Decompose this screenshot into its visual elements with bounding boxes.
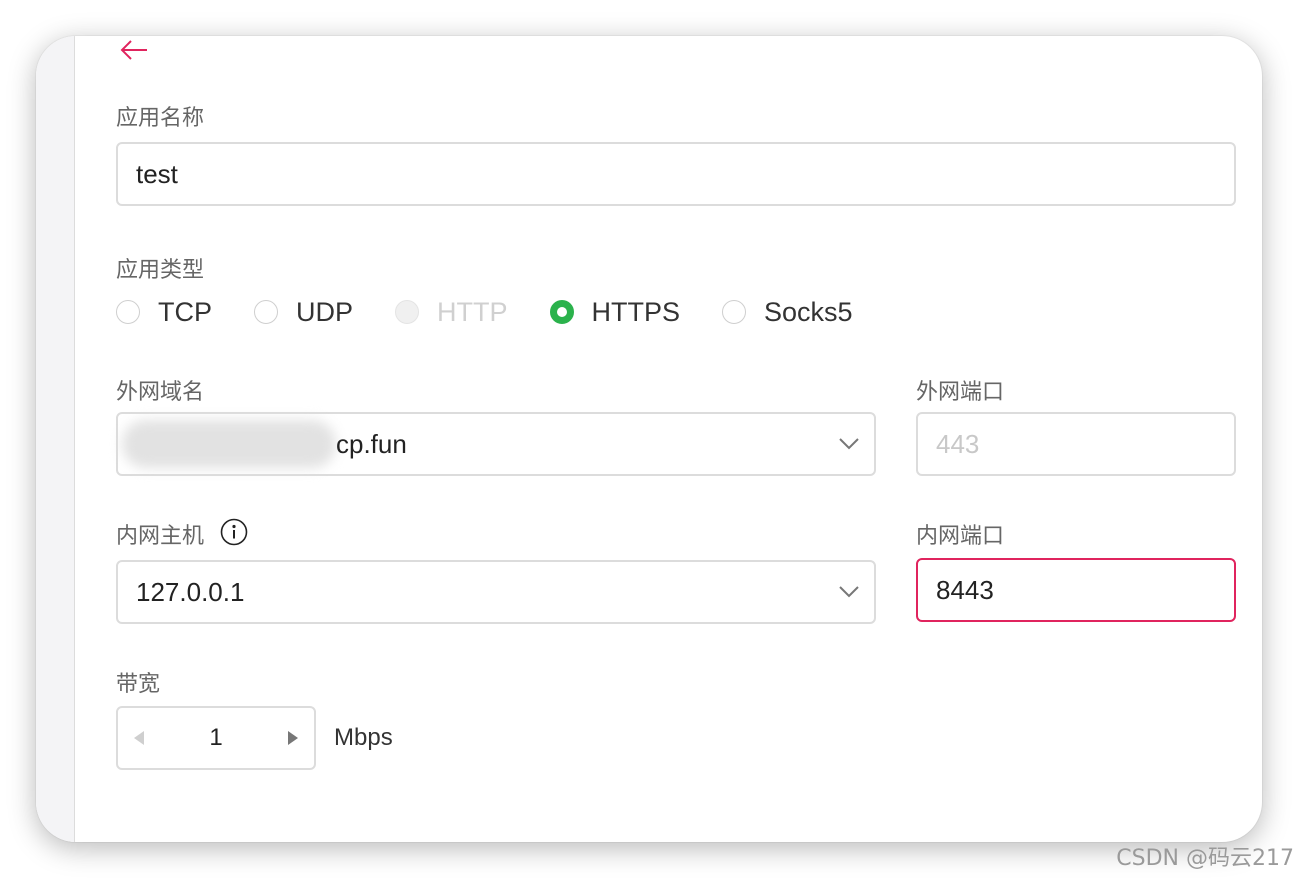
radio-label: UDP xyxy=(296,296,354,327)
external-domain-value: cp.fun xyxy=(336,428,407,459)
bandwidth-label: 带宽 xyxy=(116,672,161,697)
app-name-field[interactable] xyxy=(116,142,1236,206)
redacted-blur xyxy=(122,420,336,468)
radio-circle[interactable] xyxy=(254,300,278,324)
radio-circle[interactable] xyxy=(116,300,140,324)
radio-label: TCP xyxy=(158,296,212,327)
radio-tcp[interactable]: TCP xyxy=(116,297,212,328)
external-domain-select[interactable]: cp.fun xyxy=(116,412,876,476)
app-type-label: 应用类型 xyxy=(116,258,205,283)
radio-label: HTTPS xyxy=(591,296,681,327)
watermark-text: CSDN @码云217 xyxy=(1116,846,1294,871)
external-port-label: 外网端口 xyxy=(916,380,1005,405)
app-name-label: 应用名称 xyxy=(116,106,205,131)
internal-port-label: 内网端口 xyxy=(916,524,1005,549)
internal-host-label: 内网主机 xyxy=(116,524,205,549)
radio-https[interactable]: HTTPS xyxy=(549,296,681,328)
external-port-input xyxy=(936,428,1234,460)
triangle-left-icon[interactable] xyxy=(132,730,146,746)
triangle-right-icon[interactable] xyxy=(286,730,300,746)
radio-label: HTTP xyxy=(437,296,508,327)
app-type-radio-group: TCP UDP HTTP HTTPS Socks5 xyxy=(116,292,895,332)
radio-label: Socks5 xyxy=(764,296,853,327)
bandwidth-value: 1 xyxy=(209,724,223,751)
bandwidth-unit: Mbps xyxy=(334,724,393,751)
app-form-window: 应用名称 应用类型 TCP UDP HTTP HTTPS Socks5 外网域名… xyxy=(36,36,1262,842)
bandwidth-stepper[interactable]: 1 xyxy=(116,706,316,770)
internal-port-field[interactable] xyxy=(916,558,1236,622)
radio-udp[interactable]: UDP xyxy=(254,297,353,328)
chevron-down-icon[interactable] xyxy=(838,437,860,451)
chevron-down-icon[interactable] xyxy=(838,585,860,599)
external-domain-label: 外网域名 xyxy=(116,380,205,405)
radio-circle[interactable] xyxy=(549,300,574,324)
internal-port-input[interactable] xyxy=(936,574,1234,606)
internal-host-select[interactable]: 127.0.0.1 xyxy=(116,560,876,624)
app-name-input[interactable] xyxy=(136,158,1234,190)
external-port-field xyxy=(916,412,1236,476)
internal-host-value: 127.0.0.1 xyxy=(136,576,245,607)
info-icon[interactable] xyxy=(220,518,248,546)
sidebar-edge xyxy=(36,36,75,842)
radio-circle xyxy=(395,300,420,324)
radio-circle[interactable] xyxy=(722,300,747,324)
radio-socks5[interactable]: Socks5 xyxy=(722,297,853,328)
arrow-left-icon[interactable] xyxy=(118,38,150,62)
radio-http: HTTP xyxy=(395,297,508,328)
